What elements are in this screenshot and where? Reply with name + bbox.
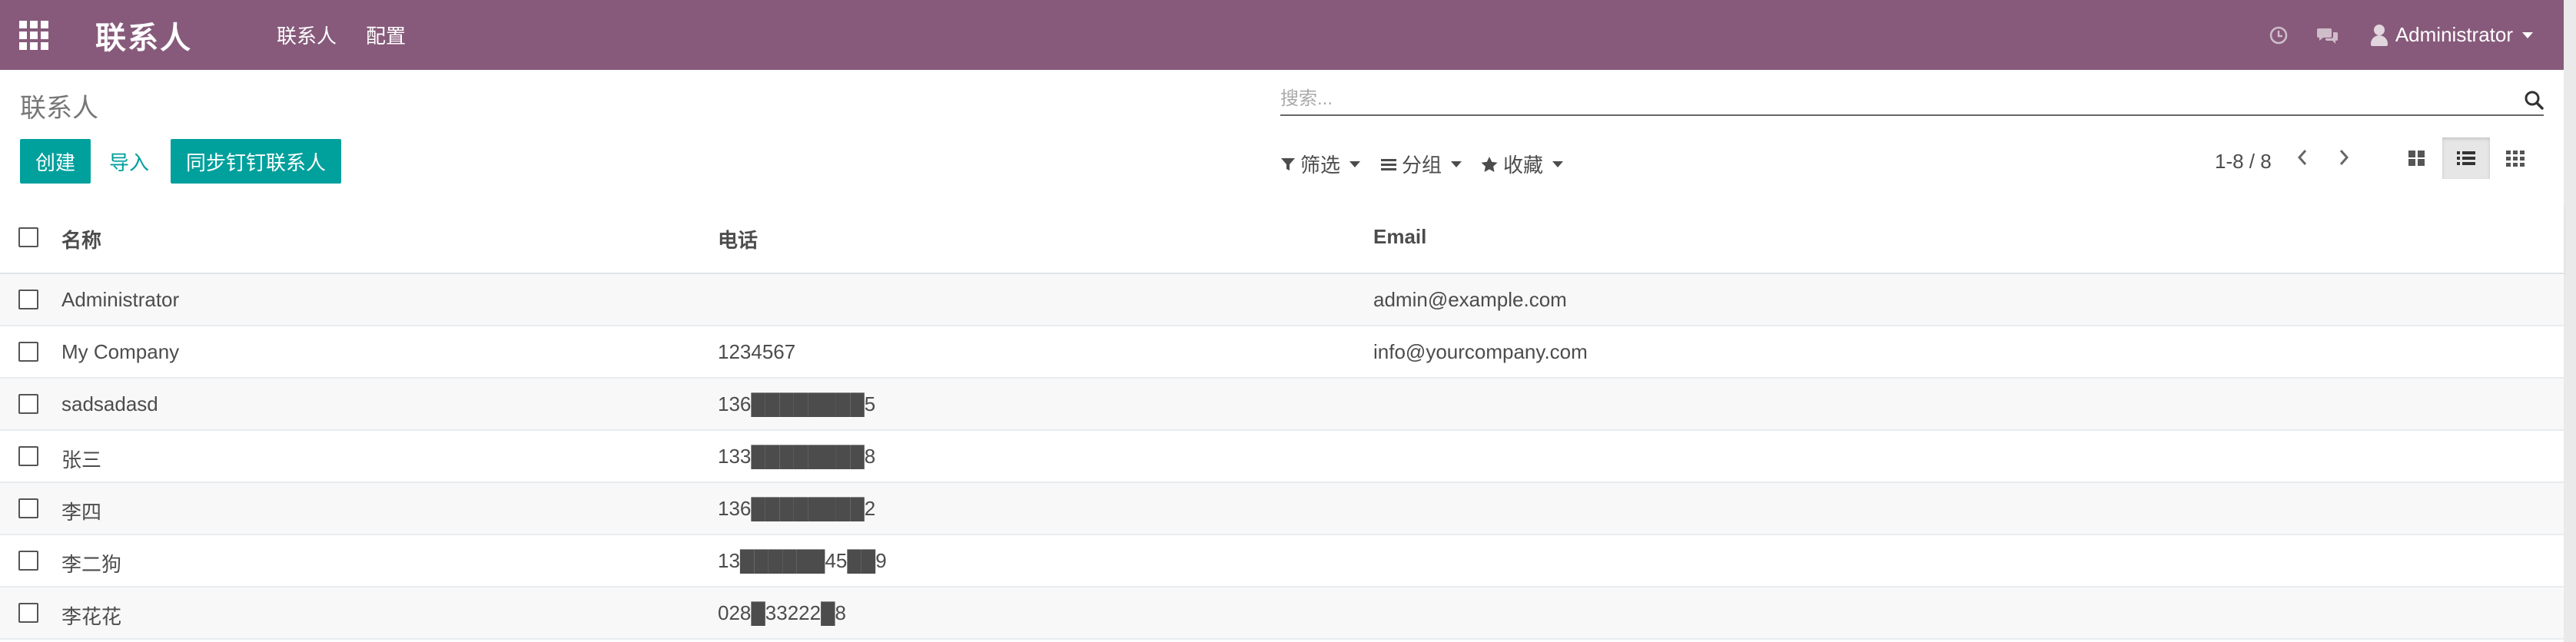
- window-edge: [2564, 0, 2576, 642]
- table-row[interactable]: 李四 136████████2: [0, 483, 2564, 535]
- table-row[interactable]: My Company 1234567 info@yourcompany.com: [0, 326, 2564, 379]
- list-icon: [2457, 151, 2475, 165]
- kanban-view-button[interactable]: [2393, 137, 2441, 179]
- cell-phone: 028█33222█8: [718, 601, 846, 624]
- column-header-name[interactable]: 名称: [61, 225, 101, 253]
- cell-name: 李四: [61, 501, 102, 524]
- user-name: Administrator: [2395, 23, 2513, 46]
- cell-name: sadsadasd: [61, 392, 158, 415]
- chat-bubbles-icon[interactable]: [2312, 20, 2343, 51]
- search-icon[interactable]: [2524, 90, 2544, 110]
- cell-phone: 13██████45██9: [718, 549, 887, 572]
- pager-previous-button[interactable]: [2287, 142, 2318, 173]
- cell-name: 李二狗: [61, 553, 122, 576]
- group-label: 分组: [1402, 154, 1442, 177]
- column-header-phone[interactable]: 电话: [718, 225, 758, 253]
- table-row[interactable]: sadsadasd 136████████5: [0, 379, 2564, 431]
- activity-clock-icon[interactable]: [2263, 20, 2294, 51]
- filter-dropdown[interactable]: 筛选: [1280, 150, 1361, 178]
- chevron-down-icon: [1451, 160, 1462, 167]
- chevron-down-icon: [1349, 160, 1361, 167]
- navbar-right: Administrator: [2245, 0, 2564, 70]
- select-all-checkbox[interactable]: [18, 227, 38, 247]
- pager-value[interactable]: 1-8 / 8: [2215, 150, 2272, 174]
- top-navbar: 联系人 联系人 配置 Administrator: [0, 0, 2564, 70]
- breadcrumb: 联系人: [20, 94, 98, 123]
- row-checkbox[interactable]: [18, 446, 38, 466]
- grid-icon: [2506, 151, 2525, 167]
- chevron-down-icon: [2522, 31, 2533, 38]
- menu-item-contacts[interactable]: 联系人: [277, 21, 337, 49]
- cell-phone: 136████████2: [718, 497, 876, 520]
- cell-name: Administrator: [61, 288, 180, 311]
- menu-item-config[interactable]: 配置: [366, 21, 406, 49]
- import-button[interactable]: 导入: [109, 139, 149, 184]
- star-icon: [1481, 156, 1498, 172]
- column-header-email[interactable]: Email: [1373, 225, 1426, 249]
- create-button[interactable]: 创建: [20, 139, 91, 184]
- group-by-dropdown[interactable]: 分组: [1380, 150, 1462, 178]
- contacts-table: 名称 电话 Email Administrator admin@example.…: [0, 202, 2564, 640]
- chevron-right-icon: [2339, 150, 2349, 165]
- chevron-down-icon: [1552, 160, 1564, 167]
- table-row[interactable]: 李二狗 13██████45██9: [0, 535, 2564, 587]
- row-checkbox[interactable]: [18, 342, 38, 362]
- list-view-button[interactable]: [2442, 137, 2490, 179]
- favorites-label: 收藏: [1503, 154, 1544, 177]
- cell-phone: 133████████8: [718, 445, 876, 468]
- cell-email: info@yourcompany.com: [1373, 340, 1588, 363]
- chevron-left-icon: [2297, 150, 2307, 165]
- table-row[interactable]: Administrator admin@example.com: [0, 274, 2564, 326]
- grid-view-button[interactable]: [2491, 137, 2539, 179]
- cell-phone: 136████████5: [718, 392, 876, 415]
- row-checkbox[interactable]: [18, 290, 38, 309]
- table-row[interactable]: 张三 133████████8: [0, 431, 2564, 483]
- row-checkbox[interactable]: [18, 394, 38, 414]
- row-checkbox[interactable]: [18, 498, 38, 518]
- cell-name: My Company: [61, 340, 180, 363]
- sync-dingtalk-button[interactable]: 同步钉钉联系人: [171, 139, 341, 184]
- app-title: 联系人: [95, 21, 192, 55]
- kanban-icon: [2408, 151, 2425, 166]
- filter-label: 筛选: [1300, 154, 1341, 177]
- control-panel: 联系人 创建 导入 同步钉钉联系人 筛选 分组 收藏 1-8 / 8: [0, 70, 2564, 204]
- row-checkbox[interactable]: [18, 603, 38, 623]
- user-avatar-icon: [2370, 24, 2388, 46]
- cell-email: admin@example.com: [1373, 288, 1567, 311]
- search-bar: [1280, 85, 2544, 116]
- cell-phone: 1234567: [718, 340, 796, 363]
- table-row[interactable]: 李花花 028█33222█8: [0, 587, 2564, 640]
- group-bars-icon: [1381, 158, 1396, 170]
- filter-icon: [1281, 157, 1295, 170]
- favorites-dropdown[interactable]: 收藏: [1480, 150, 1564, 178]
- top-menu: 联系人 配置: [277, 21, 435, 49]
- app-window: { "navbar": { "app_title": "联系人", "menu"…: [0, 0, 2576, 642]
- pager-next-button[interactable]: [2329, 142, 2359, 173]
- search-input[interactable]: [1280, 85, 2479, 113]
- user-menu[interactable]: Administrator: [2370, 23, 2533, 47]
- cell-name: 张三: [61, 448, 102, 472]
- apps-menu-icon[interactable]: [18, 20, 49, 51]
- cell-name: 李花花: [61, 605, 122, 628]
- table-header: 名称 电话 Email: [0, 202, 2564, 274]
- row-checkbox[interactable]: [18, 551, 38, 571]
